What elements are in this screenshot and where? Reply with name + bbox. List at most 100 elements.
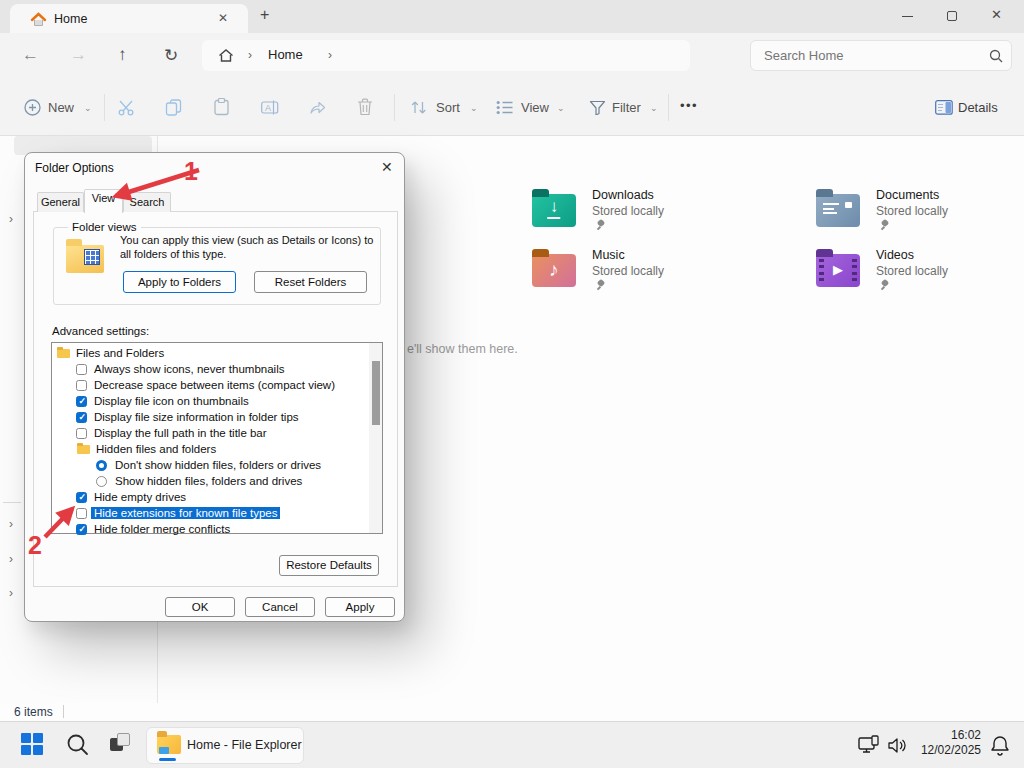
file-tile-name[interactable]: Downloads	[592, 188, 654, 202]
setting-row[interactable]: Display file icon on thumbnails	[52, 394, 368, 410]
folder-views-icon	[66, 245, 104, 273]
checkbox-checked[interactable]	[76, 412, 87, 423]
apply-button[interactable]: Apply	[325, 597, 395, 617]
copy-icon[interactable]	[165, 99, 182, 116]
music-folder-icon[interactable]: ♪	[532, 254, 576, 287]
command-toolbar: New ⌄ A Sort ⌄ View ⌄ Filter ⌄ ••• Detai…	[0, 80, 1024, 136]
file-tile-name[interactable]: Videos	[876, 248, 914, 262]
setting-row[interactable]: Hide folder merge conflicts	[52, 522, 368, 538]
taskbar-clock[interactable]: 16:02 12/02/2025	[905, 728, 981, 758]
new-tab-button[interactable]: +	[260, 6, 269, 24]
setting-row[interactable]: Don't show hidden files, folders or driv…	[52, 458, 368, 474]
setting-row[interactable]: Display the full path in the title bar	[52, 426, 368, 442]
file-tile-name[interactable]: Documents	[876, 188, 939, 202]
sort-button[interactable]: Sort	[436, 100, 460, 115]
apply-to-folders-button[interactable]: Apply to Folders	[123, 271, 236, 293]
back-icon[interactable]: ←	[22, 45, 39, 65]
chevron-expand-icon[interactable]: ›	[9, 552, 13, 566]
checkbox-checked[interactable]	[76, 524, 87, 535]
breadcrumb[interactable]: › Home ›	[202, 40, 690, 71]
setting-row[interactable]: Always show icons, never thumbnails	[52, 362, 368, 378]
sort-icon	[410, 100, 428, 115]
radio-selected[interactable]	[96, 460, 107, 471]
checkbox-unchecked[interactable]	[76, 428, 87, 439]
notification-bell-icon[interactable]	[990, 735, 1010, 756]
setting-row: Files and Folders	[52, 346, 368, 362]
setting-row[interactable]: Decrease space between items (compact vi…	[52, 378, 368, 394]
network-icon[interactable]	[858, 735, 882, 756]
checkbox-checked[interactable]	[76, 396, 87, 407]
clock-date: 12/02/2025	[905, 743, 981, 758]
new-button[interactable]: New	[48, 100, 74, 115]
chevron-expand-icon[interactable]: ›	[9, 586, 13, 600]
tab-general[interactable]: General	[37, 192, 84, 212]
tab-search[interactable]: Search	[123, 192, 171, 212]
setting-row[interactable]: Display file size information in folder …	[52, 410, 368, 426]
filter-button[interactable]: Filter	[612, 100, 641, 115]
radio-unselected[interactable]	[96, 476, 107, 487]
paste-icon[interactable]	[213, 98, 230, 116]
breadcrumb-item-home[interactable]: Home	[268, 47, 303, 62]
share-icon[interactable]	[309, 99, 326, 116]
cut-icon[interactable]	[117, 99, 135, 116]
refresh-icon[interactable]: ↻	[164, 45, 178, 66]
tab-close-icon[interactable]: ✕	[218, 11, 228, 25]
setting-row[interactable]: Hide empty drives	[52, 490, 368, 506]
window-close-button[interactable]: ✕	[991, 7, 1002, 22]
documents-folder-icon[interactable]	[816, 194, 860, 227]
folder-views-group: Folder views You can apply this view (su…	[53, 227, 381, 305]
checkbox-unchecked[interactable]	[76, 380, 87, 391]
chevron-down-icon: ⌄	[650, 103, 658, 113]
breadcrumb-home-icon	[218, 48, 234, 63]
taskbar: Home - File Explorer 16:02 12/02/2025	[0, 721, 1024, 768]
videos-folder-icon[interactable]: ▶	[816, 254, 860, 287]
reset-folders-button[interactable]: Reset Folders	[254, 271, 367, 293]
up-icon[interactable]: ↑	[118, 45, 127, 65]
file-tile-status: Stored locally	[592, 264, 664, 278]
new-icon	[24, 99, 41, 116]
search-input[interactable]: Search Home	[750, 40, 1012, 71]
maximize-button[interactable]	[947, 11, 957, 21]
navigation-bar: ← → ↑ ↻ › Home › Search Home	[0, 33, 1024, 80]
ok-button[interactable]: OK	[165, 597, 235, 617]
file-tile-status: Stored locally	[592, 204, 664, 218]
chevron-down-icon: ⌄	[557, 103, 565, 113]
taskbar-app-label: Home - File Explorer	[187, 738, 302, 752]
forward-icon[interactable]: →	[70, 45, 87, 65]
view-button[interactable]: View	[521, 100, 549, 115]
start-button[interactable]	[21, 733, 43, 755]
clock-time: 16:02	[905, 728, 981, 743]
minimize-button[interactable]	[902, 16, 913, 17]
setting-row: Hidden files and folders	[52, 442, 368, 458]
checkbox-unchecked[interactable]	[76, 364, 87, 375]
file-tile-status: Stored locally	[876, 204, 948, 218]
setting-row[interactable]: Show hidden files, folders and drives	[52, 474, 368, 490]
see-more-button[interactable]: •••	[680, 98, 698, 113]
restore-defaults-button[interactable]: Restore Defaults	[279, 555, 379, 576]
tab-title: Home	[54, 12, 87, 26]
scrollbar[interactable]	[369, 343, 382, 533]
folder-options-dialog: Folder Options ✕ General View Search Fol…	[24, 152, 405, 622]
file-explorer-taskbar-button[interactable]: Home - File Explorer	[146, 727, 304, 764]
pin-icon	[596, 220, 606, 230]
explorer-tab[interactable]: Home ✕	[10, 4, 248, 33]
delete-icon[interactable]	[357, 98, 373, 116]
tab-view[interactable]: View	[84, 189, 123, 213]
downloads-folder-icon[interactable]: ↓	[532, 194, 576, 227]
details-button[interactable]: Details	[958, 100, 998, 115]
chevron-expand-icon[interactable]: ›	[9, 212, 13, 226]
dialog-close-icon[interactable]: ✕	[381, 159, 393, 175]
cancel-button[interactable]: Cancel	[245, 597, 315, 617]
checkbox-unchecked[interactable]	[76, 508, 87, 519]
checkbox-checked[interactable]	[76, 492, 87, 503]
file-explorer-icon	[157, 735, 181, 754]
taskbar-search-icon[interactable]	[66, 733, 89, 756]
file-tile-name[interactable]: Music	[592, 248, 625, 262]
folder-icon	[77, 445, 90, 454]
rename-icon[interactable]: A	[261, 100, 279, 115]
setting-row[interactable]: Hide extensions for known file types	[52, 506, 368, 522]
pin-icon	[880, 280, 890, 290]
folder-views-legend: Folder views	[68, 221, 141, 233]
chevron-expand-icon[interactable]: ›	[9, 517, 13, 531]
folder-icon	[57, 349, 70, 358]
